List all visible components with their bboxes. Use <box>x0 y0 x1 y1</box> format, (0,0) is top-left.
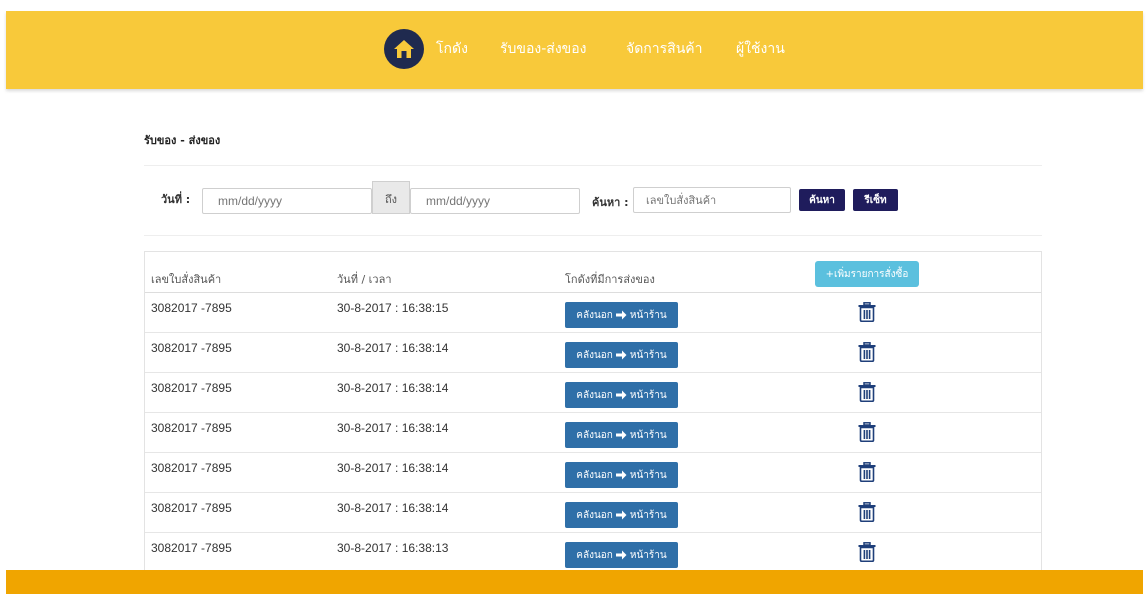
date-label: วันที่ : <box>161 193 191 206</box>
table-row: 3082017 -7895 30-8-2017 : 16:38:14 คลังนอก… <box>145 493 1041 533</box>
order-datetime: 30-8-2017 : 16:38:14 <box>337 461 449 475</box>
arrow-right-icon <box>615 430 627 440</box>
order-search-input[interactable] <box>633 187 791 213</box>
divider <box>144 235 1042 236</box>
route-to: หน้าร้าน <box>629 349 667 361</box>
arrow-right-icon <box>615 390 627 400</box>
arrow-right-icon <box>615 470 627 480</box>
order-number: 3082017 -7895 <box>151 461 232 475</box>
route-to: หน้าร้าน <box>629 429 667 441</box>
reset-button[interactable]: รีเซ็ท <box>853 189 898 211</box>
route-to: หน้าร้าน <box>629 469 667 481</box>
order-number: 3082017 -7895 <box>151 541 232 555</box>
route-button[interactable]: คลังนอก หน้าร้าน <box>565 462 678 488</box>
home-icon <box>394 40 414 58</box>
route-to: หน้าร้าน <box>629 549 667 561</box>
order-datetime: 30-8-2017 : 16:38:14 <box>337 341 449 355</box>
route-from: คลังนอก <box>576 389 613 401</box>
trash-icon[interactable] <box>858 502 876 522</box>
table-row: 3082017 -7895 30-8-2017 : 16:38:14 คลังนอก… <box>145 373 1041 413</box>
nav-receive-send[interactable]: รับของ-ส่งของ <box>500 38 586 60</box>
table-row: 3082017 -7895 30-8-2017 : 16:38:13 คลังนอก… <box>145 533 1041 573</box>
trash-icon[interactable] <box>858 462 876 482</box>
route-to: หน้าร้าน <box>629 509 667 521</box>
search-button[interactable]: ค้นหา <box>799 189 845 211</box>
order-datetime: 30-8-2017 : 16:38:14 <box>337 501 449 515</box>
table-row: 3082017 -7895 30-8-2017 : 16:38:14 คลังนอก… <box>145 413 1041 453</box>
route-from: คลังนอก <box>576 429 613 441</box>
search-label: ค้นหา : <box>592 196 629 209</box>
arrow-right-icon <box>615 350 627 360</box>
order-number: 3082017 -7895 <box>151 421 232 435</box>
orders-table: เลขใบสั่งสินค้า วันที่ / เวลา โกดังที่มี… <box>144 251 1042 573</box>
table-row: 3082017 -7895 30-8-2017 : 16:38:14 คลังนอก… <box>145 453 1041 493</box>
order-number: 3082017 -7895 <box>151 341 232 355</box>
divider <box>144 165 1042 166</box>
route-button[interactable]: คลังนอก หน้าร้าน <box>565 302 678 328</box>
route-from: คลังนอก <box>576 349 613 361</box>
route-to: หน้าร้าน <box>629 389 667 401</box>
col-header-order-no: เลขใบสั่งสินค้า <box>151 273 222 286</box>
order-number: 3082017 -7895 <box>151 301 232 315</box>
route-button[interactable]: คลังนอก หน้าร้าน <box>565 422 678 448</box>
nav-users[interactable]: ผู้ใช้งาน <box>736 38 785 60</box>
trash-icon[interactable] <box>858 382 876 402</box>
order-number: 3082017 -7895 <box>151 501 232 515</box>
table-row: 3082017 -7895 30-8-2017 : 16:38:14 คลังนอก… <box>145 333 1041 373</box>
arrow-right-icon <box>615 550 627 560</box>
col-header-datetime: วันที่ / เวลา <box>337 273 392 286</box>
route-from: คลังนอก <box>576 469 613 481</box>
route-button[interactable]: คลังนอก หน้าร้าน <box>565 382 678 408</box>
date-from-input[interactable] <box>202 188 372 214</box>
arrow-right-icon <box>615 310 627 320</box>
nav-manage-products[interactable]: จัดการสินค้า <box>626 38 703 60</box>
route-from: คลังนอก <box>576 549 613 561</box>
trash-icon[interactable] <box>858 302 876 322</box>
add-order-button[interactable]: +เพิ่มรายการสั่งซื้อ <box>815 261 919 287</box>
date-to-input[interactable] <box>410 188 580 214</box>
route-from: คลังนอก <box>576 509 613 521</box>
arrow-right-icon <box>615 510 627 520</box>
trash-icon[interactable] <box>858 342 876 362</box>
footer-bar <box>6 570 1143 594</box>
top-navbar: โกดัง รับของ-ส่งของ จัดการสินค้า ผู้ใช้ง… <box>6 11 1143 89</box>
home-logo[interactable] <box>384 29 424 69</box>
trash-icon[interactable] <box>858 542 876 562</box>
breadcrumb: รับของ - ส่งของ <box>144 134 221 147</box>
route-button[interactable]: คลังนอก หน้าร้าน <box>565 542 678 568</box>
trash-icon[interactable] <box>858 422 876 442</box>
order-datetime: 30-8-2017 : 16:38:14 <box>337 421 449 435</box>
order-datetime: 30-8-2017 : 16:38:13 <box>337 541 449 555</box>
route-button[interactable]: คลังนอก หน้าร้าน <box>565 342 678 368</box>
route-to: หน้าร้าน <box>629 309 667 321</box>
route-button[interactable]: คลังนอก หน้าร้าน <box>565 502 678 528</box>
order-datetime: 30-8-2017 : 16:38:14 <box>337 381 449 395</box>
nav-warehouse[interactable]: โกดัง <box>436 38 468 60</box>
col-header-warehouse: โกดังที่มีการส่งของ <box>565 273 655 286</box>
order-number: 3082017 -7895 <box>151 381 232 395</box>
date-to-label: ถึง <box>372 181 410 214</box>
route-from: คลังนอก <box>576 309 613 321</box>
order-datetime: 30-8-2017 : 16:38:15 <box>337 301 449 315</box>
table-row: 3082017 -7895 30-8-2017 : 16:38:15 คลังนอก… <box>145 293 1041 333</box>
